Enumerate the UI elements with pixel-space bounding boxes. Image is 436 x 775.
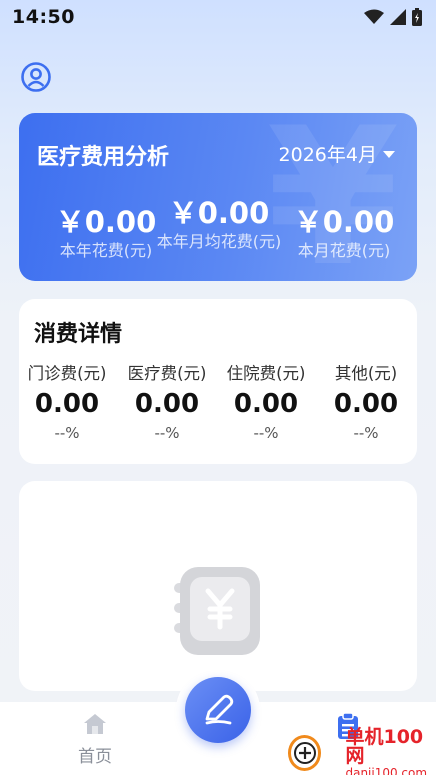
battery-icon: [412, 8, 422, 26]
detail-hospitalization: 住院费(元) 0.00 --%: [216, 360, 316, 442]
status-time: 14:50: [12, 6, 75, 28]
status-icons: [364, 8, 422, 26]
details-title: 消费详情: [34, 322, 123, 347]
status-bar: 14:50: [0, 0, 436, 34]
stat-value: ￥0.00: [168, 196, 270, 230]
detail-value: 0.00: [134, 389, 200, 419]
add-record-button[interactable]: [185, 677, 251, 743]
stat-label: 本月花费(元): [297, 241, 391, 260]
expense-details-card: 消费详情 门诊费(元) 0.00 --% 医疗费(元) 0.00 --% 住院费…: [19, 299, 417, 464]
detail-label: 门诊费(元): [27, 364, 107, 383]
detail-percent: --%: [353, 424, 379, 442]
detail-percent: --%: [54, 424, 80, 442]
detail-other: 其他(元) 0.00 --%: [316, 360, 416, 442]
stat-monthly-average: ￥0.00 本年月均花费(元): [154, 190, 284, 252]
stat-year-total: ￥0.00 本年花费(元): [41, 199, 171, 261]
nav-home-label: 首页: [78, 747, 112, 767]
expense-summary-card: ¥ 医疗费用分析 2026年4月 ￥0.00 本年花费(元) ￥0.00 本年月…: [19, 113, 417, 281]
month-picker-value: 2026年4月: [278, 144, 377, 166]
detail-percent: --%: [154, 424, 180, 442]
detail-outpatient: 门诊费(元) 0.00 --%: [17, 360, 117, 442]
stat-value: ￥0.00: [55, 205, 157, 239]
records-empty-card: [19, 481, 417, 691]
user-icon: [21, 62, 51, 92]
detail-medical: 医疗费(元) 0.00 --%: [117, 360, 217, 442]
yen-wallet-icon: [174, 567, 260, 655]
signal-icon: [390, 9, 406, 25]
detail-label: 医疗费(元): [127, 364, 207, 383]
stat-month-total: ￥0.00 本月花费(元): [279, 199, 409, 261]
detail-percent: --%: [253, 424, 279, 442]
stat-label: 本年花费(元): [59, 241, 153, 260]
home-icon: [84, 714, 106, 734]
watermark-logo-icon: [288, 735, 322, 771]
detail-value: 0.00: [233, 389, 299, 419]
month-picker[interactable]: 2026年4月: [279, 140, 395, 167]
stat-value: ￥0.00: [293, 205, 395, 239]
detail-value: 0.00: [333, 389, 399, 419]
nav-home[interactable]: 首页: [65, 712, 125, 767]
wifi-icon: [364, 9, 384, 24]
site-watermark: 单机100网 danji100.com: [288, 725, 434, 775]
summary-title: 医疗费用分析: [37, 145, 170, 170]
chevron-down-icon: [383, 151, 395, 158]
stat-label: 本年月均花费(元): [156, 232, 282, 251]
detail-value: 0.00: [34, 389, 100, 419]
watermark-line2: danji100.com: [345, 765, 428, 775]
pencil-icon: [205, 694, 234, 725]
watermark-text: 单机100网 danji100.com: [345, 725, 434, 775]
profile-button[interactable]: [19, 60, 53, 94]
detail-label: 其他(元): [334, 364, 398, 383]
watermark-line1: 单机100网: [345, 725, 424, 767]
detail-label: 住院费(元): [226, 364, 306, 383]
